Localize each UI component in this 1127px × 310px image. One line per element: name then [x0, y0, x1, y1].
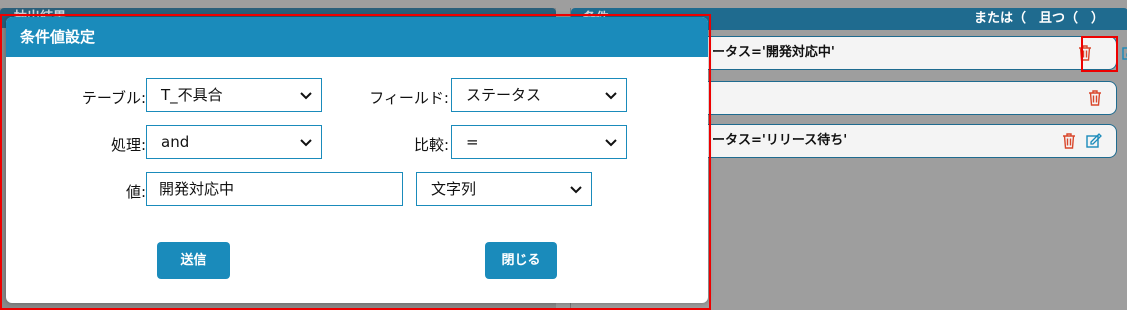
edit-icon[interactable]: [1122, 45, 1127, 61]
dialog-highlight: [0, 14, 711, 310]
conditions-logic-controls[interactable]: または（ 且つ（ ）: [974, 8, 1104, 30]
edit-icon[interactable]: [1086, 133, 1102, 149]
trash-icon[interactable]: [1088, 90, 1102, 106]
condition-text: ータス='リリース待ち': [712, 133, 848, 148]
edit-icon-highlight: [1081, 36, 1118, 72]
condition-text: ータス='開発対応中': [712, 45, 835, 60]
trash-icon[interactable]: [1062, 133, 1076, 149]
